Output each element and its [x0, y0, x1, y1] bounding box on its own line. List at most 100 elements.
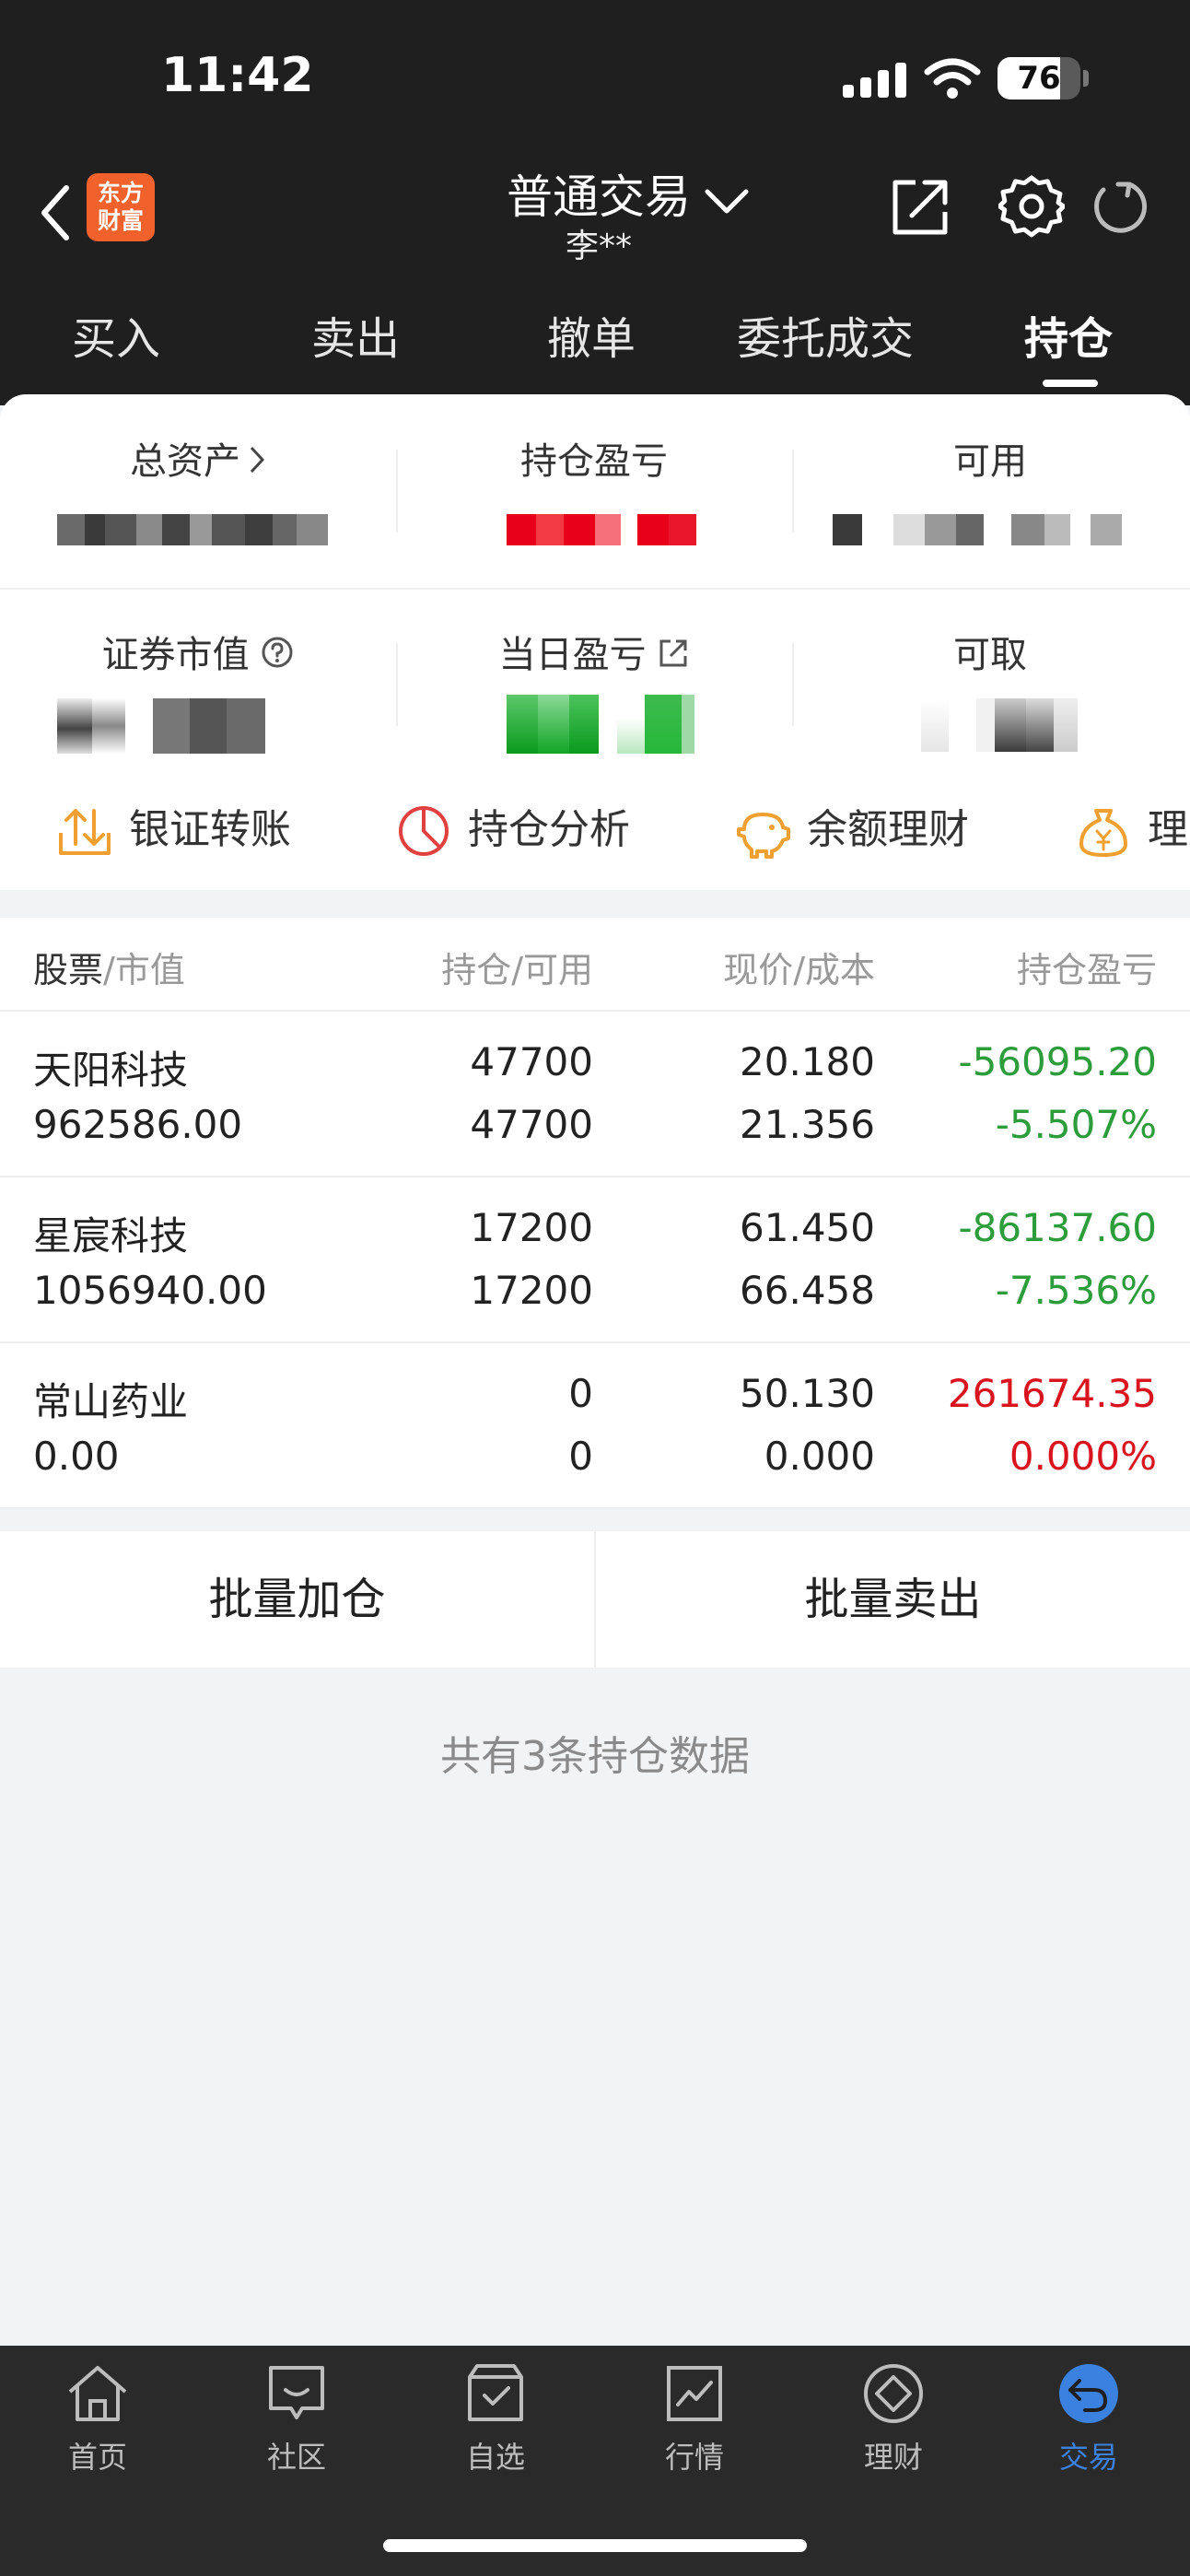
nav-bar: 东方 财富 普通交易 李**: [0, 157, 1190, 295]
battery-icon: 76: [998, 57, 1080, 100]
stock-name: 天阳科技: [33, 1048, 189, 1093]
bottom-tab-wealth[interactable]: 理财: [820, 2359, 967, 2497]
status-bar: 11:42 76: [0, 0, 1190, 157]
daily-pnl-label: 当日盈亏: [498, 634, 647, 676]
quick-action-label: 理财: [1148, 806, 1190, 853]
stock-position: 0: [568, 1371, 593, 1416]
money-bag-icon: [1079, 809, 1127, 857]
tab-orders[interactable]: 委托成交: [737, 302, 914, 367]
watchlist-icon: [468, 2364, 523, 2421]
battery-cap: [1083, 70, 1089, 87]
market-value-cell[interactable]: 证券市值: [0, 625, 396, 678]
stock-pnl: -86137.60: [958, 1205, 1157, 1250]
stock-pnl: 261674.35: [947, 1371, 1157, 1416]
stock-available: 17200: [470, 1268, 593, 1313]
wealth-icon: [864, 2364, 923, 2423]
daily-pnl-value-masked: [507, 695, 694, 754]
battery-percent: 76: [1017, 60, 1061, 97]
refresh-icon[interactable]: [1091, 177, 1149, 236]
bottom-tab-community[interactable]: 社区: [223, 2359, 370, 2497]
wifi-icon: [924, 58, 981, 99]
stock-pnl-percent: 0.000%: [1009, 1434, 1157, 1479]
bottom-tab-home[interactable]: 首页: [24, 2359, 171, 2497]
total-assets-label: 总资产: [130, 440, 240, 483]
bottom-tab-trade[interactable]: 交易: [1015, 2359, 1162, 2497]
bottom-tab-watchlist[interactable]: 自选: [422, 2359, 569, 2497]
stock-name: 星宸科技: [33, 1213, 189, 1259]
transfer-icon: [59, 809, 111, 855]
bottom-tab-label: 行情: [664, 2440, 724, 2475]
piggy-bank-icon: [737, 813, 790, 859]
holdings-table: 股票/市值 持仓/可用 现价/成本 持仓盈亏 天阳科技 962586.00 47…: [0, 918, 1190, 1509]
logo-line-1: 东方: [97, 180, 144, 206]
quick-actions: 银证转账 持仓分析 余额理财 理财: [0, 781, 1190, 883]
bottom-tab-label: 自选: [465, 2440, 525, 2475]
market-icon: [667, 2366, 722, 2421]
withdrawable-label: 可取: [953, 634, 1027, 676]
stock-available: 0: [568, 1434, 593, 1479]
batch-sell-button[interactable]: 批量卖出: [596, 1531, 1190, 1668]
stock-pnl: -56095.20: [958, 1039, 1157, 1084]
stock-price: 61.450: [740, 1205, 875, 1250]
batch-actions: 批量加仓 批量卖出: [0, 1531, 1190, 1668]
stock-price: 20.180: [740, 1039, 875, 1084]
total-assets-cell[interactable]: 总资产: [0, 431, 396, 485]
stock-name: 常山药业: [33, 1379, 189, 1424]
table-row[interactable]: 星宸科技 1056940.00 17200 17200 61.450 66.45…: [0, 1177, 1190, 1343]
home-indicator: [383, 2539, 807, 2552]
quick-action-label: 银证转账: [129, 806, 291, 853]
available-label: 可用: [953, 440, 1027, 483]
batch-add-button[interactable]: 批量加仓: [0, 1531, 594, 1668]
chevron-down-icon[interactable]: [704, 184, 750, 217]
table-header: 股票/市值 持仓/可用 现价/成本 持仓盈亏: [0, 918, 1190, 1012]
daily-pnl-cell[interactable]: 当日盈亏: [396, 625, 792, 678]
quick-action-label: 持仓分析: [468, 806, 630, 853]
stock-available: 47700: [470, 1102, 593, 1147]
top-header: 11:42 76 东方 财富 普通交易 李** 买入 卖出 撤单 委托成交 持仓: [0, 0, 1190, 405]
status-time: 11:42: [161, 48, 314, 103]
logo-line-2: 财富: [97, 207, 144, 234]
trade-tabs: 买入 卖出 撤单 委托成交 持仓: [0, 295, 1190, 396]
stock-market-value: 962586.00: [33, 1102, 243, 1147]
stock-market-value: 1056940.00: [33, 1268, 267, 1313]
position-pnl-label: 持仓盈亏: [520, 440, 668, 483]
withdrawable-value-masked: [921, 698, 1078, 752]
bottom-tab-market[interactable]: 行情: [621, 2359, 768, 2497]
account-name: 李**: [565, 228, 632, 265]
external-link-icon[interactable]: [658, 638, 689, 669]
holdings-count: 共有3条持仓数据: [440, 1733, 750, 1780]
home-icon: [68, 2366, 127, 2421]
header-price[interactable]: 现价/成本: [723, 942, 875, 992]
available-cell: 可用: [792, 431, 1188, 485]
header-position[interactable]: 持仓/可用: [441, 942, 593, 992]
header-stock[interactable]: 股票/市值: [33, 942, 185, 992]
share-icon[interactable]: [888, 175, 952, 240]
stock-pnl-percent: -5.507%: [995, 1102, 1157, 1147]
back-chevron-icon[interactable]: [35, 181, 76, 245]
brand-logo: 东方 财富: [87, 173, 155, 241]
bottom-tab-label: 理财: [863, 2440, 923, 2475]
table-row[interactable]: 常山药业 0.00 0 0 50.130 0.000 261674.35 0.0…: [0, 1343, 1190, 1509]
available-value-masked: [833, 514, 1122, 545]
stock-cost: 0.000: [764, 1434, 875, 1479]
bottom-tab-label: 首页: [67, 2440, 127, 2475]
stock-cost: 21.356: [740, 1102, 875, 1147]
total-assets-value-masked: [57, 514, 328, 545]
tab-holdings[interactable]: 持仓: [1024, 302, 1113, 367]
withdrawable-cell: 可取: [792, 625, 1188, 678]
stock-price: 50.130: [740, 1371, 875, 1416]
tab-sell[interactable]: 卖出: [311, 302, 400, 367]
active-tab-indicator: [1043, 380, 1098, 387]
help-circle-icon[interactable]: [261, 636, 294, 669]
market-value-label: 证券市值: [101, 634, 250, 676]
gear-icon[interactable]: [998, 173, 1065, 240]
pie-chart-icon: [399, 806, 449, 856]
table-row[interactable]: 天阳科技 962586.00 47700 47700 20.180 21.356…: [0, 1012, 1190, 1177]
bottom-tab-label: 交易: [1058, 2440, 1118, 2475]
page-title[interactable]: 普通交易: [461, 160, 737, 227]
community-icon: [269, 2366, 324, 2419]
tab-buy[interactable]: 买入: [72, 302, 160, 367]
header-pnl[interactable]: 持仓盈亏: [1017, 942, 1190, 992]
tab-cancel[interactable]: 撤单: [547, 302, 636, 367]
position-pnl-value-masked: [507, 514, 696, 545]
